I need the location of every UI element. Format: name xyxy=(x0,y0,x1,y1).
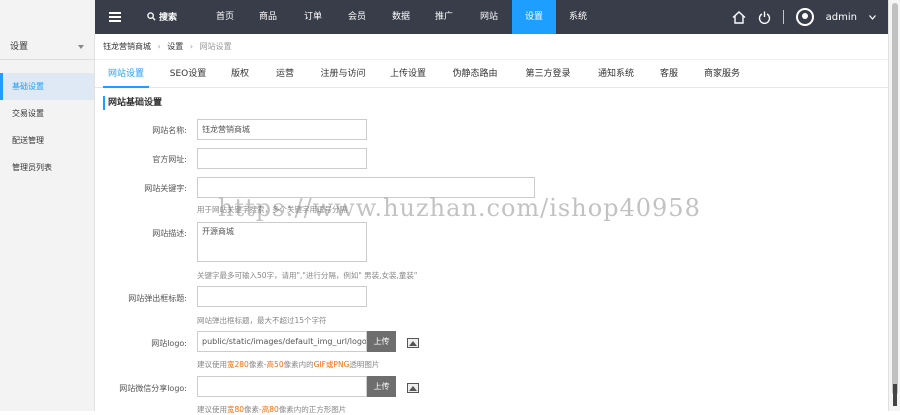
section-title: 网站基础设置 xyxy=(103,96,162,110)
search-button[interactable]: 搜索 xyxy=(147,10,177,23)
description-label: 网站描述: xyxy=(152,229,187,238)
top-bar: 搜索 首页 商品 订单 会员 数据 推广 网站 设置 系统 admin xyxy=(0,0,888,34)
popup-title-input[interactable] xyxy=(197,286,367,307)
image-preview-icon[interactable] xyxy=(407,383,419,393)
sidebar: 设置 基础设置 交易设置 配送管理 管理员列表 xyxy=(0,34,95,411)
divider xyxy=(782,10,784,24)
chevron-down-icon[interactable] xyxy=(869,14,876,20)
logo-upload-button[interactable]: 上传 xyxy=(367,331,396,352)
breadcrumb-sep: › xyxy=(157,42,161,51)
nav-system[interactable]: 系统 xyxy=(556,0,600,34)
nav-goods[interactable]: 商品 xyxy=(246,0,290,34)
main-nav: 搜索 首页 商品 订单 会员 数据 推广 网站 设置 系统 admin xyxy=(95,0,888,34)
nav-members[interactable]: 会员 xyxy=(335,0,379,34)
settings-tabs: 网站设置 SEO设置 版权 运营 注册与访问 上传设置 伪静态路由 第三方登录 … xyxy=(95,60,888,88)
tab-operation[interactable]: 运营 xyxy=(270,60,300,88)
tab-third-login[interactable]: 第三方登录 xyxy=(520,60,576,88)
user-area: admin xyxy=(732,8,876,26)
description-textarea[interactable]: 开源商城 xyxy=(197,222,367,262)
tab-site-settings[interactable]: 网站设置 xyxy=(103,60,149,88)
tab-notify[interactable]: 通知系统 xyxy=(593,60,639,88)
home-icon[interactable] xyxy=(732,10,746,24)
sidebar-title: 设置 xyxy=(10,42,29,52)
nav-home[interactable]: 首页 xyxy=(203,0,247,34)
caret-down-icon xyxy=(78,45,84,49)
sidebar-item-admins[interactable]: 管理员列表 xyxy=(0,154,94,181)
site-name-input[interactable]: 钰龙营销商城 xyxy=(197,119,367,140)
tab-service[interactable]: 客服 xyxy=(655,60,683,88)
site-name-label: 网站名称: xyxy=(152,126,187,135)
nav-website[interactable]: 网站 xyxy=(467,0,511,34)
breadcrumb-current: 网站设置 xyxy=(199,42,232,51)
search-icon xyxy=(147,12,156,21)
main-content: 钰龙营销商城 › 设置 › 网站设置 网站设置 SEO设置 版权 运营 注册与访… xyxy=(95,34,888,414)
breadcrumb-shop[interactable]: 钰龙营销商城 xyxy=(103,42,151,51)
wechat-upload-button[interactable]: 上传 xyxy=(367,376,396,397)
nav-data[interactable]: 数据 xyxy=(379,0,423,34)
logo-area xyxy=(0,0,95,34)
tab-upload[interactable]: 上传设置 xyxy=(385,60,431,88)
breadcrumb-settings[interactable]: 设置 xyxy=(167,42,183,51)
tab-rewrite[interactable]: 伪静态路由 xyxy=(447,60,503,88)
popup-title-hint: 网站弹出框标题，最大不超过15个字符 xyxy=(197,316,327,325)
wechat-logo-hint: 建议使用宽80像素-高80像素内的正方形图片 xyxy=(197,405,347,414)
wechat-logo-input[interactable] xyxy=(197,376,367,397)
wechat-logo-label: 网站微信分享logo: xyxy=(119,384,187,393)
logo-hint: 建议使用宽280像素-高50像素内的GIF或PNG透明图片 xyxy=(197,360,380,369)
sidebar-item-basic-settings[interactable]: 基础设置 xyxy=(0,73,94,100)
username[interactable]: admin xyxy=(826,12,857,23)
logo-path-input[interactable]: public/static/images/default_img_url/log… xyxy=(197,331,367,352)
sidebar-header[interactable]: 设置 xyxy=(0,34,94,60)
popup-title-label: 网站弹出框标题: xyxy=(128,294,187,303)
nav-orders[interactable]: 订单 xyxy=(291,0,335,34)
avatar[interactable] xyxy=(795,8,814,26)
tab-seo[interactable]: SEO设置 xyxy=(165,60,211,88)
search-label: 搜索 xyxy=(159,13,178,23)
scrollbar[interactable] xyxy=(888,0,900,411)
tab-merchant[interactable]: 商家服务 xyxy=(699,60,745,88)
keywords-label: 网站关键字: xyxy=(144,184,187,193)
official-url-input[interactable] xyxy=(197,148,367,169)
logo-label: 网站logo: xyxy=(151,339,187,348)
nav-promotion[interactable]: 推广 xyxy=(422,0,466,34)
breadcrumb: 钰龙营销商城 › 设置 › 网站设置 xyxy=(95,34,888,60)
sidebar-item-trade-settings[interactable]: 交易设置 xyxy=(0,100,94,127)
watermark: https://www.huzhan.com/ishop40958 xyxy=(218,194,701,222)
scrollbar-thumb[interactable] xyxy=(892,3,898,395)
sidebar-item-shipping[interactable]: 配送管理 xyxy=(0,127,94,154)
nav-settings[interactable]: 设置 xyxy=(512,0,556,34)
menu-icon[interactable] xyxy=(109,12,121,22)
description-hint: 关键字最多可输入50字，请用","进行分隔，例如" 男装,女装,童装" xyxy=(197,271,418,280)
breadcrumb-sep: › xyxy=(189,42,194,51)
tab-register[interactable]: 注册与访问 xyxy=(315,60,371,88)
image-preview-icon[interactable] xyxy=(407,338,419,348)
power-icon[interactable] xyxy=(758,11,771,24)
scrollbar-marker xyxy=(893,384,897,406)
official-url-label: 官方网址: xyxy=(152,155,187,164)
tab-copyright[interactable]: 版权 xyxy=(225,60,255,88)
